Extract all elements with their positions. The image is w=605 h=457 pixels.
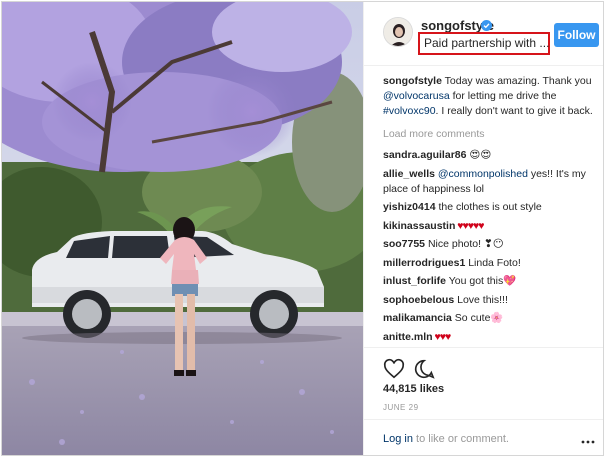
comment-username[interactable]: sandra.aguilar86 bbox=[383, 149, 466, 161]
list-item: sandra.aguilar86 😍😍 bbox=[383, 149, 492, 161]
likes-count[interactable]: 44,815 likes bbox=[383, 383, 444, 395]
comment-username[interactable]: kikinassaustin bbox=[383, 220, 455, 232]
comment-username[interactable]: malikamancia bbox=[383, 312, 452, 324]
post-caption: songofstyle Today was amazing. Thank you… bbox=[383, 75, 593, 117]
comments-section: songofstyle Today was amazing. Thank you… bbox=[383, 74, 593, 348]
post-frame: songofstyle Paid partnership with ... Fo… bbox=[1, 1, 604, 456]
comment-username[interactable]: millerrodrigues1 bbox=[383, 257, 465, 269]
post-actions bbox=[364, 347, 603, 387]
list-item: inlust_forlife You got this💖 bbox=[383, 275, 517, 287]
follow-button[interactable]: Follow bbox=[554, 23, 599, 47]
heart-icon[interactable] bbox=[383, 358, 405, 380]
post-footer: Log in to like or comment. bbox=[364, 419, 603, 455]
paid-partnership-label[interactable]: Paid partnership with ... bbox=[418, 32, 550, 55]
comment-username[interactable]: anitte.mln bbox=[383, 331, 433, 343]
comment-username[interactable]: soo7755 bbox=[383, 238, 425, 250]
post-header: songofstyle Paid partnership with ... Fo… bbox=[364, 2, 603, 66]
login-prompt: Log in to like or comment. bbox=[383, 433, 509, 445]
avatar[interactable] bbox=[383, 17, 413, 47]
more-options-icon[interactable] bbox=[581, 434, 595, 444]
list-item: allie_wells @commonpolished yes!! It's m… bbox=[383, 167, 586, 195]
load-more-comments[interactable]: Load more comments bbox=[383, 127, 593, 142]
comment-username[interactable]: yishiz0414 bbox=[383, 201, 436, 213]
caption-mention[interactable]: @volvocarusa bbox=[383, 90, 450, 102]
list-item: malikamancia So cute🌸 bbox=[383, 312, 504, 324]
list-item: kikinassaustin ♥♥♥♥♥ bbox=[383, 219, 484, 232]
login-link[interactable]: Log in bbox=[383, 433, 413, 445]
list-item: anitte.mln ♥♥♥ bbox=[383, 330, 451, 343]
list-item: soo7755 Nice photo! ❣😶 bbox=[383, 238, 504, 250]
comment-username[interactable]: sophoebelous bbox=[383, 294, 454, 306]
list-item: yishiz0414 the clothes is out style bbox=[383, 201, 542, 213]
post-sidebar: songofstyle Paid partnership with ... Fo… bbox=[363, 2, 603, 455]
list-item: millerrodrigues1 Linda Foto! bbox=[383, 256, 521, 269]
verified-icon bbox=[481, 18, 492, 31]
caption-hashtag[interactable]: #volvoxc90 bbox=[383, 105, 436, 117]
list-item: sophoebelous Love this!!! bbox=[383, 293, 508, 306]
post-date: JUNE 29 bbox=[383, 403, 419, 412]
comment-icon[interactable] bbox=[413, 358, 435, 380]
comment-username[interactable]: inlust_forlife bbox=[383, 275, 446, 287]
post-photo[interactable] bbox=[2, 2, 363, 455]
caption-username[interactable]: songofstyle bbox=[383, 75, 442, 87]
comment-mention[interactable]: @commonpolished bbox=[438, 168, 528, 180]
comment-username[interactable]: allie_wells bbox=[383, 168, 435, 180]
